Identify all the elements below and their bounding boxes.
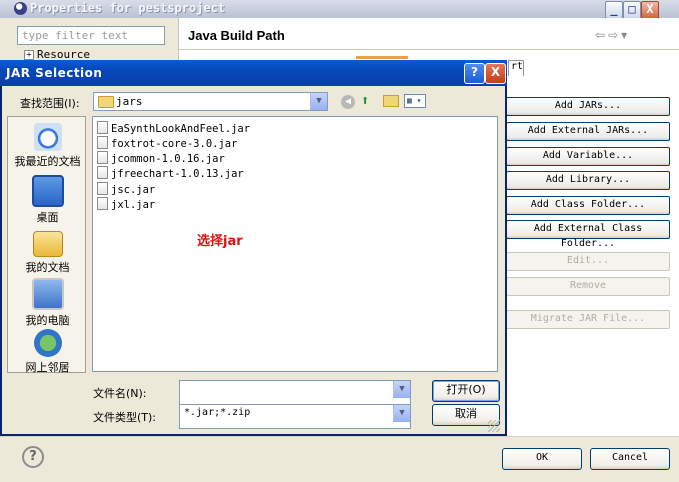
cancel-button[interactable]: Cancel	[590, 448, 670, 470]
dialog-titlebar[interactable]: JAR Selection ? X	[0, 60, 507, 86]
add-library-button[interactable]: Add Library...	[506, 171, 670, 190]
file-item[interactable]: foxtrot-core-3.0.jar	[97, 136, 237, 150]
look-in-label: 查找范围(I):	[20, 97, 80, 110]
jar-file-icon	[97, 166, 108, 179]
edit-button[interactable]: Edit...	[506, 252, 670, 271]
file-item[interactable]: EaSynthLookAndFeel.jar	[97, 121, 250, 135]
page-title: Java Build Path	[188, 28, 285, 43]
place-my-computer[interactable]: 我的电脑	[8, 278, 87, 328]
my-documents-icon	[32, 231, 63, 257]
place-label: 我最近的文档	[14, 155, 81, 168]
dialog-title: JAR Selection	[6, 66, 103, 80]
file-item[interactable]: jxl.jar	[97, 197, 155, 211]
place-my-documents[interactable]: 我的文档	[8, 227, 87, 275]
place-label: 我的电脑	[25, 314, 70, 327]
migrate-jar-button[interactable]: Migrate JAR File...	[506, 310, 670, 329]
file-name-label: 文件名(N):	[93, 387, 147, 400]
places-bar: 我最近的文档 桌面 我的文档 我的电脑 网上邻居	[7, 116, 87, 375]
recent-documents-icon	[33, 123, 62, 151]
add-variable-button[interactable]: Add Variable...	[506, 147, 670, 166]
dialog-close-button[interactable]: X	[485, 63, 506, 84]
place-recent[interactable]: 我最近的文档	[8, 123, 87, 169]
properties-window-title: Properties for pestsproject	[30, 1, 226, 15]
resize-grip[interactable]	[488, 420, 500, 432]
look-in-dropdown[interactable]: jars ▼	[93, 92, 328, 111]
up-folder-icon[interactable]: ⬆	[361, 93, 375, 109]
add-external-class-folder-button[interactable]: Add External Class Folder...	[506, 220, 670, 249]
add-external-jars-button[interactable]: Add External JARs...	[506, 122, 670, 141]
chevron-down-icon[interactable]: ▼	[310, 93, 327, 110]
eclipse-logo-icon	[14, 2, 27, 15]
chevron-down-icon[interactable]: ▼	[393, 405, 410, 422]
jar-file-icon	[97, 136, 108, 149]
add-jars-button[interactable]: Add JARs...	[506, 97, 670, 116]
file-type-select[interactable]: *.jar;*.zip ▼	[179, 404, 411, 429]
file-type-label: 文件类型(T):	[93, 411, 157, 424]
title-divider	[179, 49, 679, 50]
annotation-text: 选择jar	[197, 234, 243, 249]
filter-input[interactable]: type filter text	[17, 26, 165, 45]
history-nav: ⇦⇨▾	[595, 28, 630, 42]
place-label: 网上邻居	[25, 361, 70, 374]
maximize-button[interactable]: □	[623, 1, 641, 19]
place-network[interactable]: 网上邻居	[8, 329, 87, 375]
file-item[interactable]: jfreechart-1.0.13.jar	[97, 166, 244, 180]
selected-tab-indicator	[356, 56, 408, 59]
jar-file-icon	[97, 197, 108, 210]
place-label: 我的文档	[25, 261, 70, 274]
network-places-icon	[33, 329, 62, 357]
file-type-value: *.jar;*.zip	[184, 407, 251, 418]
file-item[interactable]: jsc.jar	[97, 182, 155, 196]
nav-menu-icon[interactable]: ▾	[621, 28, 630, 42]
folder-icon	[98, 96, 114, 108]
file-list[interactable]: EaSynthLookAndFeel.jar foxtrot-core-3.0.…	[92, 116, 498, 372]
view-menu-icon[interactable]: ▦ ▾	[404, 94, 426, 108]
back-icon[interactable]: ◀	[341, 95, 355, 109]
window-close-button[interactable]: X	[641, 1, 659, 19]
jar-file-icon	[97, 121, 108, 134]
minimize-button[interactable]: _	[605, 1, 623, 19]
help-icon[interactable]: ?	[22, 446, 44, 468]
back-arrow-icon[interactable]: ⇦	[595, 28, 608, 42]
desktop-icon	[31, 175, 64, 207]
forward-arrow-icon[interactable]: ⇨	[608, 28, 621, 42]
my-computer-icon	[31, 278, 64, 310]
add-class-folder-button[interactable]: Add Class Folder...	[506, 196, 670, 215]
expand-icon[interactable]: +	[24, 50, 34, 60]
jar-file-icon	[97, 182, 108, 195]
dialog-help-button[interactable]: ?	[464, 63, 485, 84]
place-label: 桌面	[36, 211, 59, 224]
remove-button[interactable]: Remove	[506, 277, 670, 296]
look-in-value: jars	[116, 95, 143, 108]
new-folder-icon[interactable]	[383, 95, 399, 107]
place-desktop[interactable]: 桌面	[8, 175, 87, 225]
open-button[interactable]: 打开(O)	[432, 380, 500, 402]
jar-file-icon	[97, 151, 108, 164]
tab-export[interactable]: rt	[508, 60, 524, 76]
ok-button[interactable]: OK	[502, 448, 582, 470]
chevron-down-icon[interactable]: ▼	[393, 381, 410, 398]
file-name-combo[interactable]: ▼	[179, 380, 411, 405]
file-item[interactable]: jcommon-1.0.16.jar	[97, 151, 225, 165]
properties-titlebar[interactable]: Properties for pestsproject _ □ X	[0, 0, 679, 19]
